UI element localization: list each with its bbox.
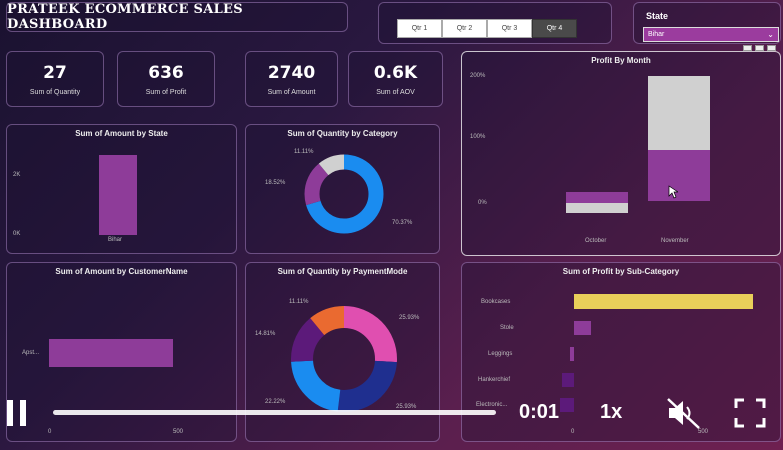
kpi-value: 2740 xyxy=(267,62,316,83)
qtr-4-button[interactable]: Qtr 4 xyxy=(532,19,577,38)
y-tick: 200% xyxy=(470,73,486,79)
progress-track[interactable] xyxy=(53,410,496,415)
state-selected-value: Bihar xyxy=(648,31,665,38)
y-tick: Electronic... xyxy=(476,402,508,408)
fullscreen-icon[interactable] xyxy=(734,398,766,428)
y-tick: Apst... xyxy=(22,350,40,356)
bar-bihar[interactable] xyxy=(99,155,137,235)
payment-donut-svg xyxy=(291,306,397,412)
bar-bookcases[interactable] xyxy=(574,294,753,309)
kpi-label: Sum of Amount xyxy=(267,88,316,96)
kpi-card-aov: 0.6K Sum of AOV xyxy=(348,51,443,107)
slice-label: 18.52% xyxy=(265,180,286,186)
qtr-1-button[interactable]: Qtr 1 xyxy=(397,19,442,38)
kpi-card-profit: 636 Sum of Profit xyxy=(117,51,215,107)
bar-leggings[interactable] xyxy=(570,347,574,361)
mute-icon[interactable] xyxy=(665,396,703,430)
kpi-label: Sum of Profit xyxy=(145,88,187,96)
amount-by-state-chart: Sum of Amount by State 2K 0K Bihar xyxy=(6,124,237,254)
quantity-by-payment-chart: Sum of Quantity by PaymentMode 25.93% 25… xyxy=(245,262,440,442)
kpi-value: 636 xyxy=(148,62,184,83)
slice-label: 22.22% xyxy=(265,399,286,405)
x-tick: 0 xyxy=(571,429,575,435)
y-tick: 2K xyxy=(13,172,21,178)
pause-button[interactable] xyxy=(7,400,26,426)
playback-time: 0:01 xyxy=(519,401,560,423)
qtr-3-button[interactable]: Qtr 3 xyxy=(487,19,532,38)
y-tick: Stole xyxy=(500,325,514,331)
chart-title: Sum of Amount by CustomerName xyxy=(55,267,188,276)
dashboard-title-text: PRATEEK ECOMMERCE SALES DASHBOARD xyxy=(7,2,243,32)
category-donut-svg xyxy=(304,154,384,234)
y-tick: 0% xyxy=(478,200,487,206)
bar-november-profit[interactable] xyxy=(648,150,710,201)
slice-label: 14.81% xyxy=(255,331,276,337)
bar-november-base[interactable] xyxy=(648,76,710,150)
bar-electronic[interactable] xyxy=(560,398,574,412)
dashboard-title: PRATEEK ECOMMERCE SALES DASHBOARD xyxy=(6,2,348,32)
pause-icon-right xyxy=(20,400,26,426)
kpi-value: 0.6K xyxy=(373,62,418,83)
chart-title: Profit By Month xyxy=(591,56,651,65)
slice-label: 11.11% xyxy=(289,299,309,305)
kpi-label: Sum of AOV xyxy=(376,88,415,96)
bar-hankerchief[interactable] xyxy=(562,373,574,387)
kpi-card-amount: 2740 Sum of Amount xyxy=(245,51,338,107)
x-tick: 0 xyxy=(48,429,52,435)
quarter-slicer: Qtr 1 Qtr 2 Qtr 3 Qtr 4 xyxy=(378,2,612,44)
x-tick: October xyxy=(585,238,607,244)
profit-by-month-chart: Profit By Month 200% 100% 0% October Nov… xyxy=(461,51,781,256)
y-tick: 100% xyxy=(470,134,486,140)
amount-by-customer-chart: Sum of Amount by CustomerName Apst... 0 … xyxy=(6,262,237,442)
chevron-down-icon: ⌄ xyxy=(767,30,774,39)
kpi-card-quantity: 27 Sum of Quantity xyxy=(6,51,104,107)
mouse-cursor-icon xyxy=(668,185,678,199)
kpi-label: Sum of Quantity xyxy=(29,88,81,96)
x-tick: Bihar xyxy=(108,237,123,243)
y-tick: Bookcases xyxy=(481,299,511,305)
kpi-value: 27 xyxy=(43,62,67,83)
playback-speed-button[interactable]: 1x xyxy=(600,401,622,424)
slice-label: 25.93% xyxy=(399,315,420,321)
bar-october-profit[interactable] xyxy=(566,192,628,203)
x-tick: 500 xyxy=(173,429,184,435)
bar-october-base[interactable] xyxy=(566,203,628,213)
bar-stole[interactable] xyxy=(574,321,591,335)
y-tick: Hankerchief xyxy=(478,377,511,383)
y-tick: 0K xyxy=(13,231,21,237)
quantity-by-category-chart: Sum of Quantity by Category 11.11% 18.52… xyxy=(245,124,440,254)
qtr-2-button[interactable]: Qtr 2 xyxy=(442,19,487,38)
y-tick: Leggings xyxy=(488,351,513,357)
bar-customer[interactable] xyxy=(49,339,173,367)
state-dropdown[interactable]: Bihar ⌄ xyxy=(643,27,779,42)
x-tick: November xyxy=(661,238,689,244)
pause-icon-left xyxy=(7,400,13,426)
state-slicer: State Bihar ⌄ xyxy=(633,2,781,51)
state-label: State xyxy=(646,11,669,21)
slice-label: 70.37% xyxy=(392,220,413,226)
chart-title: Sum of Profit by Sub-Category xyxy=(562,267,680,276)
slice-label: 11.11% xyxy=(294,149,314,155)
chart-title: Sum of Amount by State xyxy=(75,129,168,138)
